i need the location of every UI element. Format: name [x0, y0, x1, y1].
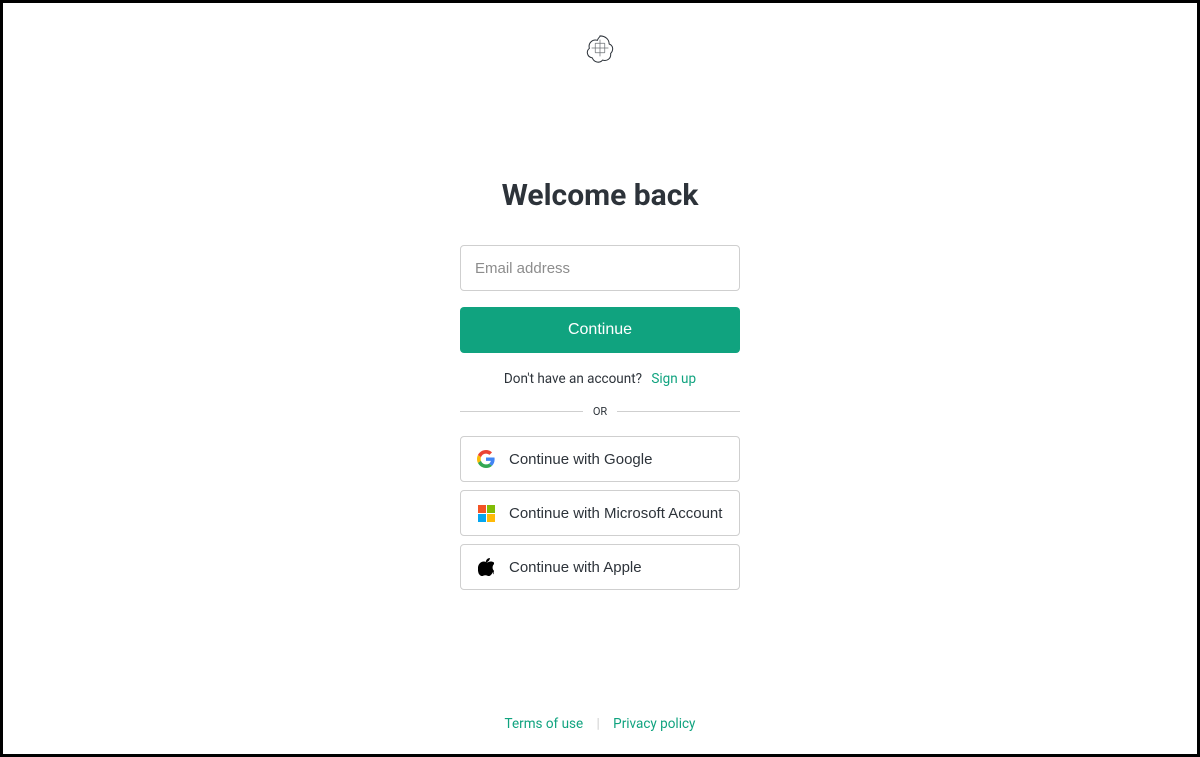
google-button-label: Continue with Google	[509, 451, 652, 468]
privacy-link[interactable]: Privacy policy	[613, 716, 695, 732]
page-title: Welcome back	[440, 178, 760, 213]
terms-link[interactable]: Terms of use	[505, 716, 584, 732]
microsoft-icon	[477, 504, 495, 522]
signup-link[interactable]: Sign up	[651, 371, 696, 387]
or-label: OR	[593, 405, 607, 418]
footer-separator: |	[597, 716, 600, 732]
or-divider: OR	[460, 405, 740, 418]
microsoft-button-label: Continue with Microsoft Account	[509, 505, 722, 522]
continue-with-microsoft-button[interactable]: Continue with Microsoft Account	[460, 490, 740, 536]
apple-button-label: Continue with Apple	[509, 559, 642, 576]
openai-logo-icon	[585, 33, 615, 63]
signup-prompt-text: Don't have an account?	[504, 371, 642, 387]
apple-icon	[477, 558, 495, 576]
signup-prompt-row: Don't have an account? Sign up	[440, 371, 760, 387]
email-field[interactable]	[460, 245, 740, 291]
divider-line	[617, 411, 740, 412]
divider-line	[460, 411, 583, 412]
continue-with-google-button[interactable]: Continue with Google	[460, 436, 740, 482]
continue-with-apple-button[interactable]: Continue with Apple	[460, 544, 740, 590]
google-icon	[477, 450, 495, 468]
footer-links: Terms of use | Privacy policy	[505, 716, 696, 732]
continue-button[interactable]: Continue	[460, 307, 740, 353]
